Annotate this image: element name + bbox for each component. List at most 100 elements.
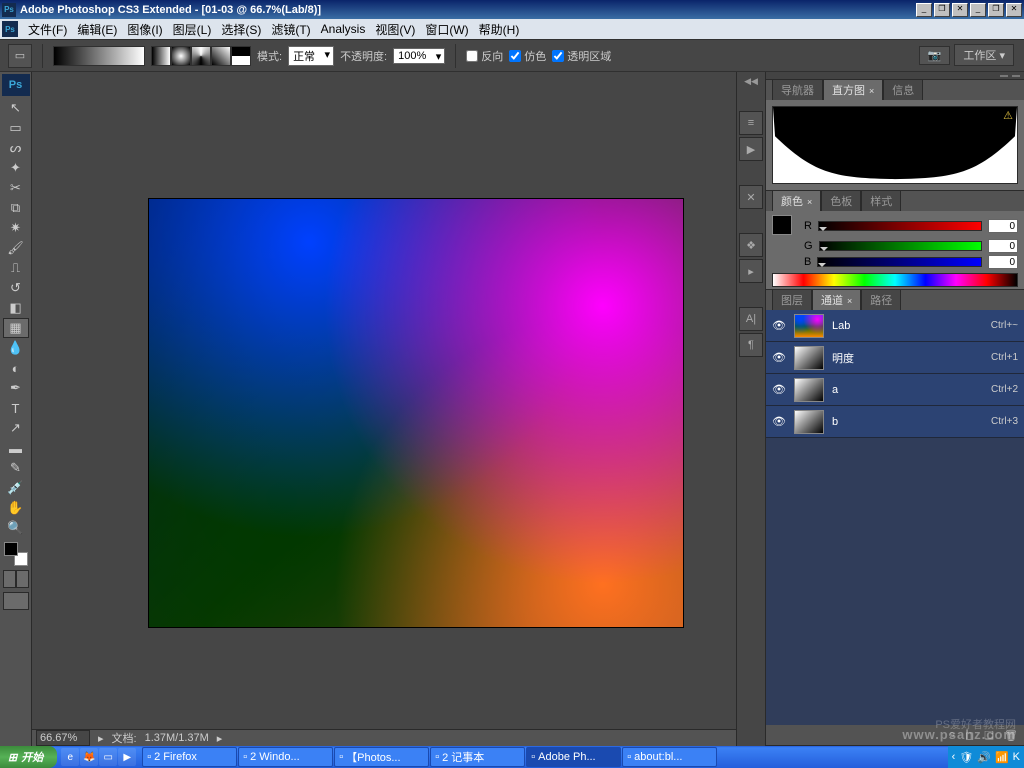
gradient-picker[interactable]	[53, 46, 145, 66]
opacity-value[interactable]: 100%	[393, 48, 445, 64]
move-tool[interactable]: ↖	[3, 98, 29, 118]
menu-filter[interactable]: 滤镜(T)	[267, 19, 314, 40]
gradient-linear[interactable]	[151, 46, 171, 66]
eraser-tool[interactable]: ◧	[3, 298, 29, 318]
zoom-tool[interactable]: 🔍	[3, 518, 29, 538]
menu-view[interactable]: 视图(V)	[371, 19, 419, 40]
channel-row[interactable]: 👁LabCtrl+~	[766, 310, 1024, 342]
color-swatches[interactable]	[4, 542, 28, 566]
visibility-icon[interactable]: 👁	[772, 351, 786, 365]
dock-actions-icon[interactable]: ▸	[739, 259, 763, 283]
channel-row[interactable]: 👁明度Ctrl+1	[766, 342, 1024, 374]
color-spectrum[interactable]	[772, 273, 1018, 287]
tray-av-icon[interactable]: K	[1013, 751, 1020, 763]
menu-analysis[interactable]: Analysis	[317, 20, 370, 38]
menu-file[interactable]: 文件(F)	[24, 19, 71, 40]
dock-layers-icon[interactable]: ❖	[739, 233, 763, 257]
tab-info[interactable]: 信息	[883, 79, 923, 100]
gradient-diamond[interactable]	[231, 46, 251, 66]
type-tool[interactable]: T	[3, 398, 29, 418]
healing-tool[interactable]: ✷	[3, 218, 29, 238]
channel-row[interactable]: 👁aCtrl+2	[766, 374, 1024, 406]
tab-histogram[interactable]: 直方图×	[823, 79, 883, 100]
r-slider[interactable]	[818, 221, 982, 231]
tab-navigator[interactable]: 导航器	[772, 79, 823, 100]
tab-swatches[interactable]: 色板	[821, 190, 861, 211]
b-value[interactable]	[988, 255, 1018, 269]
lasso-tool[interactable]: ᔕ	[3, 138, 29, 158]
zoom-field[interactable]: 66.67%	[36, 730, 90, 746]
g-slider[interactable]	[819, 241, 982, 251]
gradient-tool[interactable]: ▦	[3, 318, 29, 338]
system-tray[interactable]: ‹ 🛡 🔊 📶 K	[948, 746, 1024, 768]
r-value[interactable]	[988, 219, 1018, 233]
blur-tool[interactable]: 💧	[3, 338, 29, 358]
tab-channels[interactable]: 通道×	[812, 289, 861, 310]
eyedropper-tool[interactable]: 💉	[3, 478, 29, 498]
taskbar-task[interactable]: ▫2 Windo...	[238, 747, 333, 767]
dither-check[interactable]: 仿色	[509, 48, 546, 64]
brush-tool[interactable]: 🖌	[3, 238, 29, 258]
tray-shield-icon[interactable]: 🛡	[959, 751, 973, 764]
visibility-icon[interactable]: 👁	[772, 319, 786, 333]
tool-preset[interactable]: ▭	[8, 44, 32, 68]
dock-character-icon[interactable]: A|	[739, 307, 763, 331]
dock-paragraph-icon[interactable]: ¶	[739, 333, 763, 357]
crop-tool[interactable]: ✂	[3, 178, 29, 198]
warning-icon[interactable]: ⚠	[1003, 109, 1013, 122]
dock-brushes-icon[interactable]: ≡	[739, 111, 763, 135]
gradient-radial[interactable]	[171, 46, 191, 66]
taskbar-task[interactable]: ▫about:bl...	[622, 747, 717, 767]
gradient-reflected[interactable]	[211, 46, 231, 66]
tab-paths[interactable]: 路径	[861, 289, 901, 310]
wand-tool[interactable]: ✦	[3, 158, 29, 178]
ql-ie-icon[interactable]: e	[61, 748, 79, 766]
tab-color[interactable]: 颜色×	[772, 190, 821, 211]
gradient-angle[interactable]	[191, 46, 211, 66]
ql-media-icon[interactable]: ▶	[118, 748, 136, 766]
history-brush-tool[interactable]: ↺	[3, 278, 29, 298]
taskbar-task[interactable]: ▫2 Firefox	[142, 747, 237, 767]
g-value[interactable]	[988, 239, 1018, 253]
tab-layers[interactable]: 图层	[772, 289, 812, 310]
quick-mask[interactable]	[3, 570, 29, 588]
notes-tool[interactable]: ✎	[3, 458, 29, 478]
tab-styles[interactable]: 样式	[861, 190, 901, 211]
color-fg-swatch[interactable]	[772, 215, 792, 235]
restore-button[interactable]: ❐	[934, 3, 950, 17]
path-tool[interactable]: ↗	[3, 418, 29, 438]
dock-clone-icon[interactable]: ▶	[739, 137, 763, 161]
menu-help[interactable]: 帮助(H)	[475, 19, 524, 40]
visibility-icon[interactable]: 👁	[772, 415, 786, 429]
menu-edit[interactable]: 编辑(E)	[73, 19, 121, 40]
channel-row[interactable]: 👁bCtrl+3	[766, 406, 1024, 438]
workspace-switcher[interactable]: 📷 工作区 ▾	[919, 44, 1014, 66]
stamp-tool[interactable]: ⎍	[3, 258, 29, 278]
reverse-check[interactable]: 反向	[466, 48, 503, 64]
start-button[interactable]: ⊞ 开始	[0, 746, 57, 768]
transparency-check[interactable]: 透明区域	[552, 48, 611, 64]
ql-firefox-icon[interactable]: 🦊	[80, 748, 98, 766]
document-canvas[interactable]	[148, 198, 684, 628]
tray-expand-icon[interactable]: ‹	[952, 751, 956, 763]
menu-image[interactable]: 图像(I)	[123, 19, 166, 40]
b-slider[interactable]	[817, 257, 982, 267]
shape-tool[interactable]: ▬	[3, 438, 29, 458]
menu-select[interactable]: 选择(S)	[217, 19, 265, 40]
menu-window[interactable]: 窗口(W)	[421, 19, 472, 40]
dodge-tool[interactable]: ◐	[3, 358, 29, 378]
visibility-icon[interactable]: 👁	[772, 383, 786, 397]
doc-minimize-button[interactable]: _	[970, 3, 986, 17]
hand-tool[interactable]: ✋	[3, 498, 29, 518]
doc-restore-button[interactable]: ❐	[988, 3, 1004, 17]
slice-tool[interactable]: ⧉	[3, 198, 29, 218]
screen-mode[interactable]	[3, 592, 29, 610]
doc-close-button[interactable]: ✕	[1006, 3, 1022, 17]
tray-volume-icon[interactable]: 🔊	[977, 751, 991, 764]
taskbar-task[interactable]: ▫Adobe Ph...	[526, 747, 621, 767]
tray-network-icon[interactable]: 📶	[995, 751, 1009, 764]
pen-tool[interactable]: ✒	[3, 378, 29, 398]
ql-desktop-icon[interactable]: ▭	[99, 748, 117, 766]
close-button[interactable]: ✕	[952, 3, 968, 17]
marquee-tool[interactable]: ▭	[3, 118, 29, 138]
